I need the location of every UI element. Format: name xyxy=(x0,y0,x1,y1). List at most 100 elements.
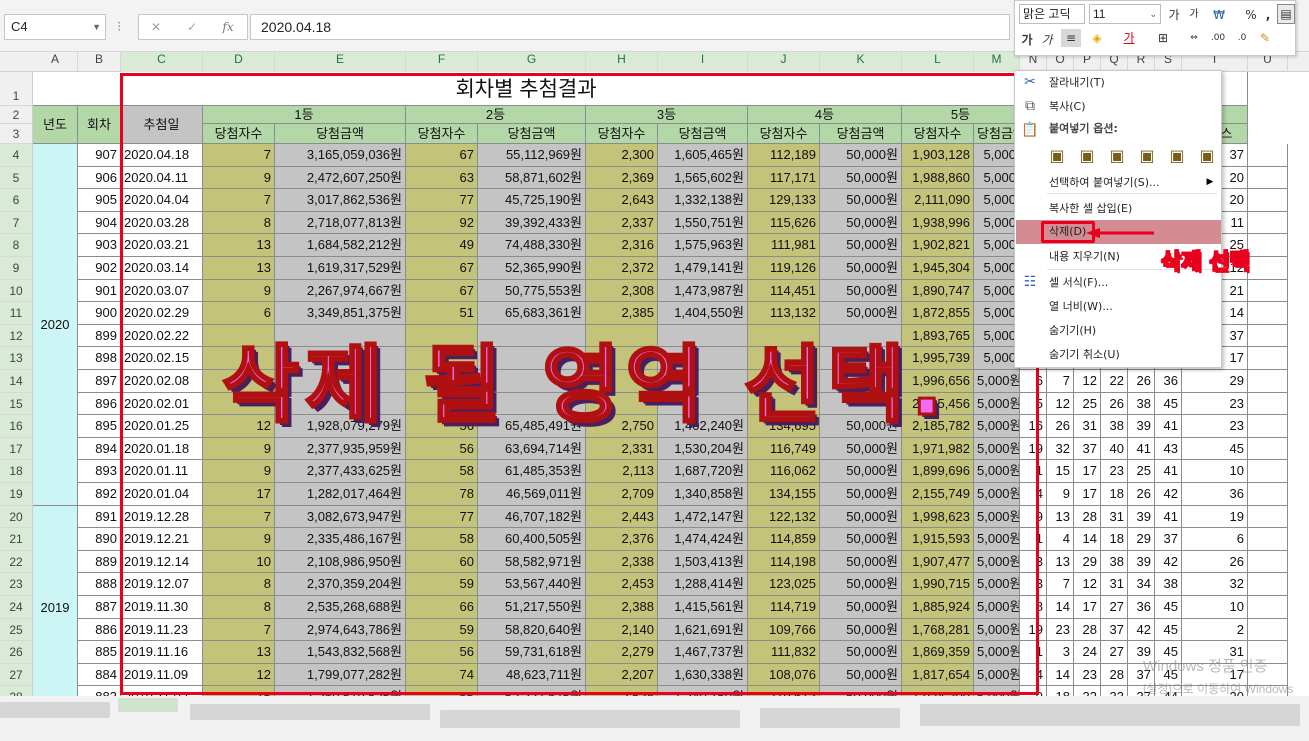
data-cell[interactable]: 13 xyxy=(203,641,275,664)
data-cell[interactable]: 77 xyxy=(406,189,478,212)
data-cell[interactable]: 60,400,505원 xyxy=(478,528,586,551)
data-cell[interactable]: 77 xyxy=(406,505,478,529)
blank-cell[interactable] xyxy=(1248,528,1288,551)
data-cell[interactable]: 5,000원 xyxy=(974,596,1020,619)
data-cell[interactable]: 123,025 xyxy=(748,573,820,596)
row-header-23[interactable]: 23 xyxy=(0,573,33,596)
data-cell[interactable]: 1,415,561원 xyxy=(658,596,748,619)
number-cell[interactable]: 9 xyxy=(1047,483,1074,506)
row-header-18[interactable]: 18 xyxy=(0,460,33,483)
data-cell[interactable]: 39,392,433원 xyxy=(478,211,586,235)
data-cell[interactable]: 5,000원 xyxy=(974,460,1020,483)
data-cell[interactable]: 50,000원 xyxy=(820,618,902,642)
fill-color-icon[interactable]: ◈ xyxy=(1087,29,1107,47)
number-cell[interactable]: 36 xyxy=(1182,483,1248,506)
check-icon[interactable]: ✓ xyxy=(183,18,201,36)
number-cell[interactable]: 10 xyxy=(1182,596,1248,619)
data-cell[interactable]: 2,369 xyxy=(586,166,658,190)
formula-input[interactable]: 2020.04.18 xyxy=(250,14,1010,40)
data-cell[interactable]: 60 xyxy=(406,550,478,574)
data-cell[interactable]: 2,535,268,688원 xyxy=(275,596,406,619)
number-cell[interactable]: 13 xyxy=(1047,550,1074,574)
data-cell[interactable]: 2,372 xyxy=(586,257,658,280)
data-cell[interactable]: 2,376 xyxy=(586,528,658,551)
data-cell[interactable]: 888 xyxy=(78,573,121,596)
data-cell[interactable]: 2020.02.08 xyxy=(121,370,203,393)
data-cell[interactable]: 50,000원 xyxy=(820,686,902,696)
number-cell[interactable]: 3 xyxy=(1047,641,1074,664)
data-cell[interactable]: 5,000원 xyxy=(974,505,1020,529)
name-box[interactable]: C4 ▼ xyxy=(4,14,106,40)
number-cell[interactable]: 23 xyxy=(1047,618,1074,642)
data-cell[interactable]: 114,198 xyxy=(748,550,820,574)
data-cell[interactable]: 8 xyxy=(203,211,275,235)
paste-formulas-icon[interactable]: ▣ xyxy=(1105,145,1129,173)
data-cell[interactable]: 52,337,675원 xyxy=(478,686,586,696)
data-cell[interactable]: 2,718,077,813원 xyxy=(275,211,406,235)
data-cell[interactable]: 2,370,359,204원 xyxy=(275,573,406,596)
data-cell[interactable]: 59 xyxy=(406,573,478,596)
blank-cell[interactable] xyxy=(1248,596,1288,619)
data-cell[interactable]: 45,725,190원 xyxy=(478,189,586,212)
number-cell[interactable]: 42 xyxy=(1128,618,1155,642)
blank-cell[interactable] xyxy=(1248,347,1288,370)
menu-item-insert-copied[interactable]: 복사한 셀 삽입(E) xyxy=(1049,199,1132,219)
data-cell[interactable]: 1,530,204원 xyxy=(658,437,748,461)
data-cell[interactable]: 2,267,974,667원 xyxy=(275,279,406,303)
data-cell[interactable]: 59,731,618원 xyxy=(478,641,586,664)
number-cell[interactable]: 15 xyxy=(1047,460,1074,483)
data-cell[interactable]: 2019.11.23 xyxy=(121,618,203,642)
data-cell[interactable]: 3,017,862,536원 xyxy=(275,189,406,212)
data-cell[interactable]: 58,871,602원 xyxy=(478,166,586,190)
number-cell[interactable]: 39 xyxy=(1128,505,1155,529)
data-cell[interactable]: 63,694,714원 xyxy=(478,437,586,461)
header-winner-count[interactable]: 당첨자수 xyxy=(406,124,478,144)
data-cell[interactable]: 1,885,924 xyxy=(902,596,974,619)
data-cell[interactable]: 111,981 xyxy=(748,234,820,257)
data-cell[interactable]: 7 xyxy=(203,618,275,642)
data-cell[interactable]: 8 xyxy=(203,596,275,619)
number-cell[interactable]: 45 xyxy=(1182,437,1248,461)
data-cell[interactable]: 1,619,317,529원 xyxy=(275,257,406,280)
data-cell[interactable]: 134,155 xyxy=(748,483,820,506)
number-cell[interactable]: 33 xyxy=(1101,686,1128,696)
data-cell[interactable]: 92 xyxy=(406,211,478,235)
number-cell[interactable]: 45 xyxy=(1155,596,1182,619)
blank-cell[interactable] xyxy=(1248,166,1288,190)
header-prize-amount[interactable]: 당첨금액 xyxy=(820,124,902,144)
number-cell[interactable]: 19 xyxy=(1182,505,1248,529)
data-cell[interactable]: 50,000원 xyxy=(820,234,902,257)
number-cell[interactable]: 23 xyxy=(1182,392,1248,416)
header-prize-amount[interactable]: 당첨금액 xyxy=(275,124,406,144)
data-cell[interactable]: 2019.11.30 xyxy=(121,596,203,619)
number-cell[interactable]: 22 xyxy=(1101,370,1128,393)
number-cell[interactable]: 13 xyxy=(1047,505,1074,529)
data-cell[interactable]: 129,133 xyxy=(748,189,820,212)
number-cell[interactable]: 26 xyxy=(1182,550,1248,574)
data-cell[interactable]: 1,899,696 xyxy=(902,460,974,483)
data-cell[interactable]: 1,543,832,568원 xyxy=(275,641,406,664)
data-cell[interactable]: 1,340,858원 xyxy=(658,483,748,506)
grow-font-icon[interactable]: 가 xyxy=(1165,6,1183,24)
data-cell[interactable]: 905 xyxy=(78,189,121,212)
data-cell[interactable]: 1,902,821 xyxy=(902,234,974,257)
menu-item-hide[interactable]: 숨기기(H) xyxy=(1049,321,1096,341)
number-cell[interactable]: 26 xyxy=(1047,415,1074,438)
data-cell[interactable]: 1,903,128 xyxy=(902,144,974,167)
data-cell[interactable]: 1,938,996 xyxy=(902,211,974,235)
data-cell[interactable]: 1,687,720원 xyxy=(658,460,748,483)
data-cell[interactable]: 3,165,059,036원 xyxy=(275,144,406,167)
header-round[interactable]: 회차 xyxy=(78,106,121,144)
data-cell[interactable]: 111,832 xyxy=(748,641,820,664)
data-cell[interactable]: 2,331 xyxy=(586,437,658,461)
data-cell[interactable]: 50,000원 xyxy=(820,166,902,190)
font-color-icon[interactable]: 가 xyxy=(1119,29,1139,47)
number-cell[interactable]: 38 xyxy=(1101,550,1128,574)
blank-cell[interactable] xyxy=(1248,505,1288,529)
data-cell[interactable]: 2,335,486,167원 xyxy=(275,528,406,551)
number-cell[interactable]: 25 xyxy=(1128,460,1155,483)
data-cell[interactable]: 2019.11.09 xyxy=(121,663,203,687)
data-cell[interactable]: 119,613 xyxy=(748,686,820,696)
data-cell[interactable]: 5,000원 xyxy=(974,686,1020,696)
number-cell[interactable]: 36 xyxy=(1155,370,1182,393)
